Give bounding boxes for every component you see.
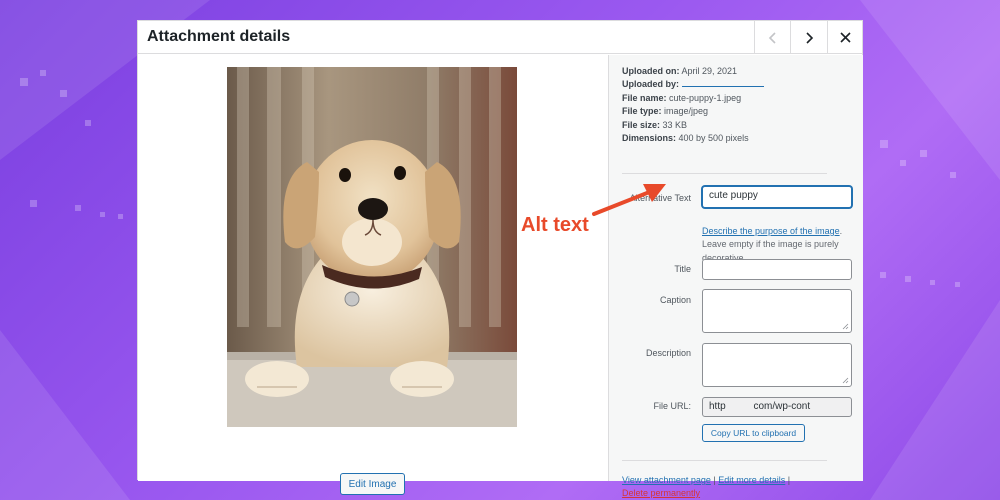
file-type-value: image/jpeg: [664, 106, 709, 117]
modal-title: Attachment details: [147, 28, 291, 45]
resize-grip-icon[interactable]: [842, 323, 849, 330]
next-button[interactable]: [790, 21, 826, 54]
modal-header: Attachment details: [138, 21, 862, 54]
chevron-right-icon: [805, 31, 813, 44]
attachment-actions: View attachment page | Edit more details…: [622, 474, 790, 500]
title-input[interactable]: [702, 259, 852, 280]
section-divider: [622, 173, 827, 174]
edit-more-details-link[interactable]: Edit more details: [718, 475, 785, 485]
file-type-label: File type:: [622, 106, 662, 117]
uploaded-by-label: Uploaded by:: [622, 79, 680, 90]
dimensions-label: Dimensions:: [622, 133, 677, 144]
puppy-photo: [227, 67, 517, 427]
close-button[interactable]: [827, 21, 863, 54]
attachment-info-pane: Uploaded on: April 29, 2021 Uploaded by:…: [608, 55, 863, 498]
file-size-label: File size:: [622, 119, 661, 130]
annotation-arrow-icon: [592, 184, 666, 216]
file-size-value: 33 KB: [662, 119, 688, 130]
title-label: Title: [674, 264, 691, 274]
copy-url-button[interactable]: Copy URL to clipboard: [702, 424, 805, 442]
close-icon: [840, 32, 851, 43]
image-preview-pane: Edit Image: [138, 55, 608, 495]
uploader-link[interactable]: [681, 78, 764, 88]
attachment-details-modal: Attachment details Edit Image Uploaded o…: [137, 20, 863, 498]
link-separator: |: [785, 475, 791, 485]
file-name-value: cute-puppy-1.jpeg: [669, 92, 742, 103]
uploaded-on-value: April 29, 2021: [681, 66, 738, 76]
file-url-input[interactable]: http com/wp-cont: [702, 397, 852, 417]
description-textarea[interactable]: [702, 343, 852, 387]
previous-button[interactable]: [754, 21, 790, 54]
dimensions-value: 400 by 500 pixels: [678, 133, 749, 144]
chevron-left-icon: [768, 31, 776, 44]
edit-image-button[interactable]: Edit Image: [340, 473, 405, 495]
footer-divider: [622, 460, 827, 461]
caption-textarea[interactable]: [702, 289, 852, 333]
alt-text-annotation: Alt text: [521, 214, 589, 236]
uploaded-on-label: Uploaded on:: [622, 66, 680, 76]
file-name-label: File name:: [622, 92, 667, 103]
resize-grip-icon[interactable]: [842, 377, 849, 384]
delete-permanently-link[interactable]: Delete permanently: [622, 488, 700, 498]
alt-text-help-link[interactable]: Describe the purpose of the image: [702, 226, 840, 236]
file-url-label: File URL:: [653, 401, 691, 411]
view-attachment-page-link[interactable]: View attachment page: [622, 475, 711, 485]
file-metadata: Uploaded on: April 29, 2021 Uploaded by:…: [622, 65, 764, 145]
caption-label: Caption: [659, 295, 691, 305]
alt-text-input[interactable]: cute puppy: [702, 186, 852, 208]
description-label: Description: [645, 348, 691, 358]
